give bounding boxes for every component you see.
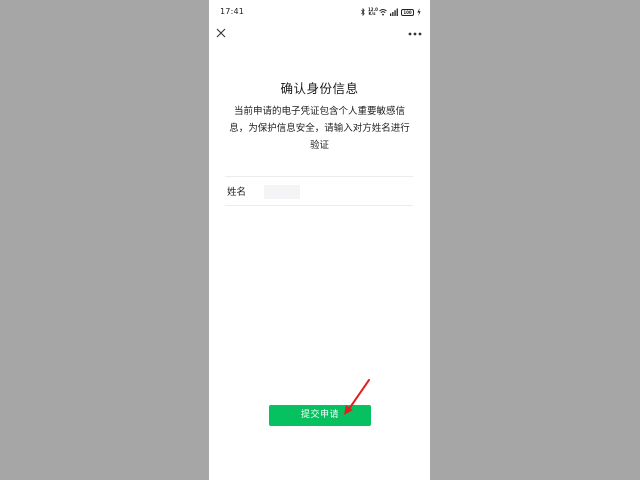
battery-icon: 100 — [401, 8, 414, 16]
status-bar: 17:41 12.0 K/s 100 — [209, 0, 430, 24]
divider-bottom — [225, 205, 413, 206]
signal-icon — [390, 8, 398, 16]
bluetooth-icon — [361, 8, 365, 16]
status-time: 17:41 — [220, 7, 245, 16]
submit-button[interactable]: 提交申请 — [269, 405, 371, 426]
phone-screen: 17:41 12.0 K/s 100 确认身份信息 当前申请的电子凭证包含个人重… — [209, 0, 430, 480]
name-field-row: 姓名 — [225, 177, 413, 205]
charging-icon — [417, 8, 421, 16]
page-title: 确认身份信息 — [280, 81, 359, 96]
name-input[interactable] — [264, 185, 300, 199]
screen: 17:41 12.0 K/s 100 确认身份信息 当前申请的电子凭证包含个人重… — [0, 0, 640, 480]
net-speed: 12.0 K/s — [368, 7, 378, 16]
status-icons: 12.0 K/s 100 — [361, 7, 421, 17]
name-label: 姓名 — [227, 187, 247, 198]
close-icon[interactable] — [214, 26, 228, 40]
wifi-icon — [379, 9, 387, 16]
more-icon[interactable] — [407, 26, 423, 40]
page-description: 当前申请的电子凭证包含个人重要敏感信息，为保护信息安全，请输入对方姓名进行验证 — [229, 106, 410, 151]
nav-bar — [209, 24, 430, 44]
